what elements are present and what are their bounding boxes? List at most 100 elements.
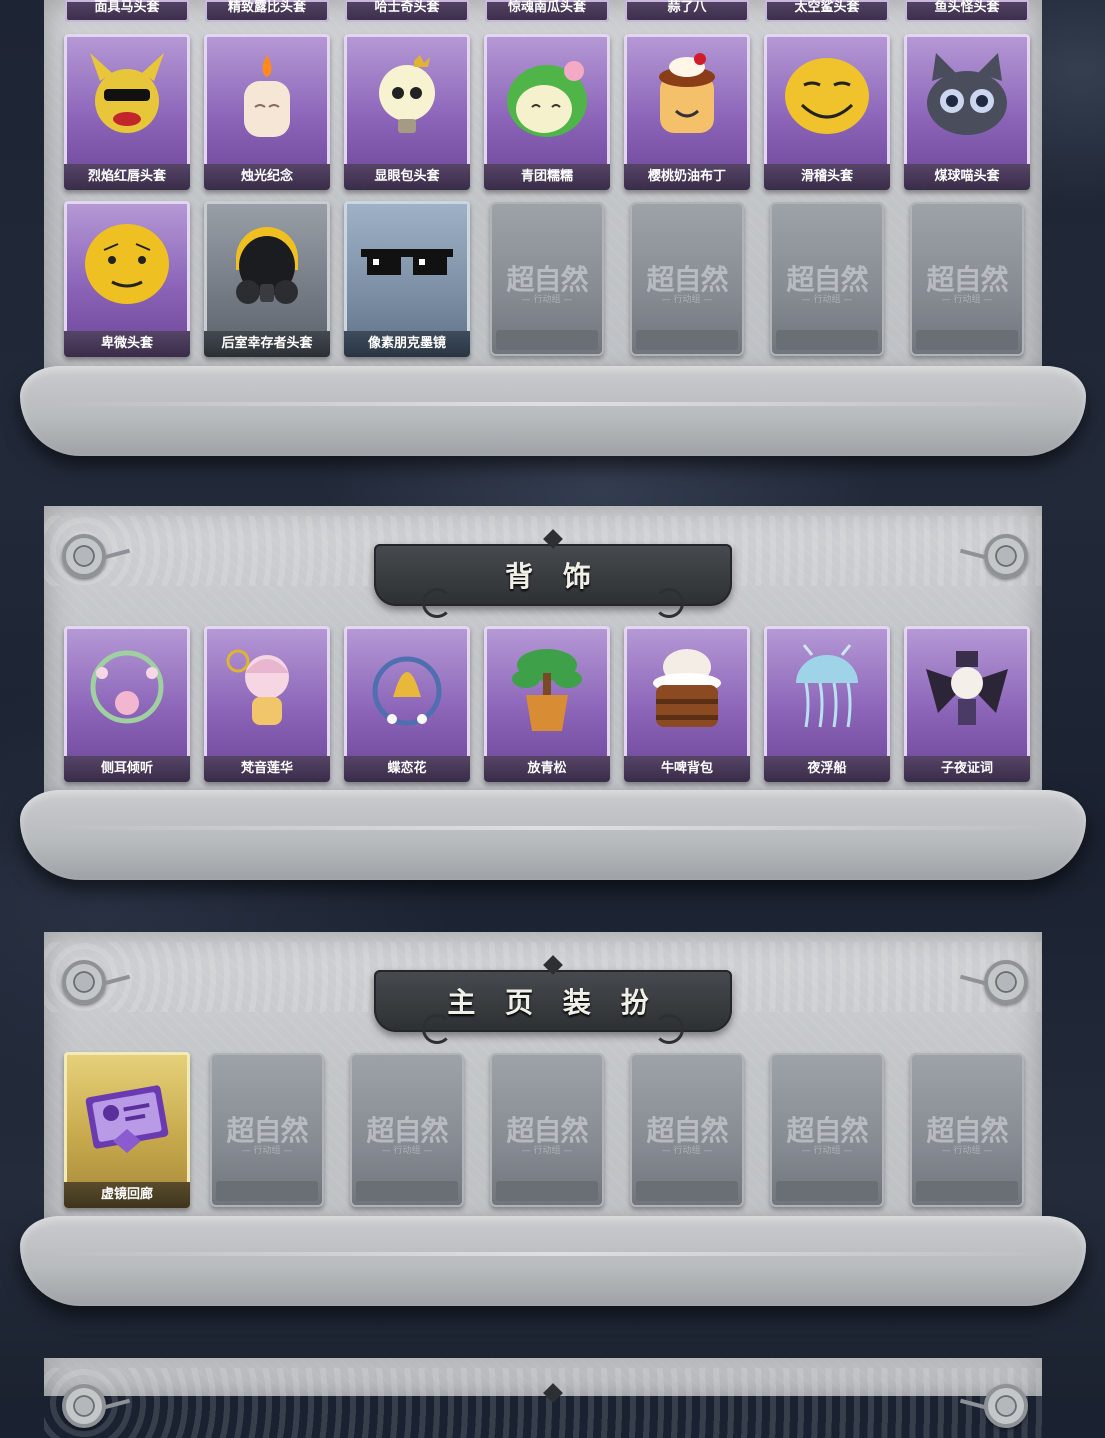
item-label: 显眼包头套 xyxy=(344,164,470,190)
placeholder-subtitle: — 行动组 — xyxy=(661,1146,713,1156)
item-label: 哈士奇头套 xyxy=(374,0,440,15)
placeholder-subtitle: — 行动组 — xyxy=(381,1146,433,1156)
item-card-top-5[interactable]: 蒜了八 xyxy=(625,0,749,22)
chibi-character-icon xyxy=(217,638,317,738)
item-label: 蝶恋花 xyxy=(344,756,470,782)
item-card-top-4[interactable]: 惊魂南瓜头套 xyxy=(485,0,609,22)
item-label: 放青松 xyxy=(484,756,610,782)
item-card[interactable]: 青团糯糯 xyxy=(484,34,610,190)
item-card[interactable]: 烛光纪念 xyxy=(204,34,330,190)
gas-mask-icon xyxy=(217,213,317,313)
compass-ornament-icon xyxy=(62,1384,106,1428)
placeholder-subtitle: — 行动组 — xyxy=(801,295,853,305)
item-card[interactable]: 侧耳倾听 xyxy=(64,626,190,782)
scroll-bottom xyxy=(20,790,1086,880)
compass-ornament-icon xyxy=(984,1384,1028,1428)
winged-doll-icon xyxy=(917,638,1017,738)
item-label: 牛啤背包 xyxy=(624,756,750,782)
item-card[interactable]: 卑微头套 xyxy=(64,201,190,357)
item-label: 太空鲨头套 xyxy=(794,0,860,15)
item-label: 精致露比头套 xyxy=(227,0,306,15)
item-card[interactable]: 樱桃奶油布丁 xyxy=(624,34,750,190)
item-card[interactable]: 蝶恋花 xyxy=(344,626,470,782)
compass-ornament-icon xyxy=(62,960,106,1004)
placeholder-subtitle: — 行动组 — xyxy=(521,1146,573,1156)
item-card[interactable]: 像素朋克墨镜 xyxy=(344,201,470,357)
item-label: 煤球喵头套 xyxy=(904,164,1030,190)
item-card[interactable]: 梵音莲华 xyxy=(204,626,330,782)
smirk-face-icon xyxy=(777,46,877,146)
item-card[interactable]: 后室幸存者头套 xyxy=(204,201,330,357)
item-label: 樱桃奶油布丁 xyxy=(624,164,750,190)
compass-ornament-icon xyxy=(984,534,1028,578)
item-card-top-6[interactable]: 太空鲨头套 xyxy=(765,0,889,22)
item-label: 梵音莲华 xyxy=(204,756,330,782)
empty-slot: 超自然 — 行动组 — xyxy=(490,1053,604,1207)
item-card[interactable]: 夜浮船 xyxy=(764,626,890,782)
empty-slot: 超自然 — 行动组 — xyxy=(210,1053,324,1207)
empty-slot: 超自然 — 行动组 — xyxy=(630,202,744,356)
section-title-plate: 背 饰 xyxy=(374,529,732,618)
item-label: 烈焰红唇头套 xyxy=(64,164,190,190)
item-card[interactable]: 烈焰红唇头套 xyxy=(64,34,190,190)
item-card-top-3[interactable]: 哈士奇头套 xyxy=(345,0,469,22)
item-label: 后室幸存者头套 xyxy=(204,331,330,357)
jellyfish-icon xyxy=(777,638,877,738)
section-title: 主 页 装 扮 xyxy=(447,986,659,1019)
placeholder-subtitle: — 行动组 — xyxy=(521,295,573,305)
cow-beer-mug-icon xyxy=(637,638,737,738)
green-dumpling-icon xyxy=(497,46,597,146)
empty-slot: 超自然 — 行动组 — xyxy=(490,202,604,356)
placeholder-subtitle: — 行动组 — xyxy=(801,1146,853,1156)
section-title-plate: 主 页 装 扮 xyxy=(374,955,732,1044)
item-label: 像素朋克墨镜 xyxy=(344,331,470,357)
item-card[interactable]: 滑稽头套 xyxy=(764,34,890,190)
placeholder-subtitle: — 行动组 — xyxy=(241,1146,293,1156)
section-title: 背 饰 xyxy=(505,560,601,593)
placeholder-subtitle: — 行动组 — xyxy=(661,295,713,305)
item-label: 滑稽头套 xyxy=(764,164,890,190)
candle-icon xyxy=(217,46,317,146)
pikachu-mask-icon xyxy=(77,46,177,146)
placeholder-subtitle: — 行动组 — xyxy=(941,295,993,305)
item-card[interactable]: 虚镜回廊 xyxy=(64,1052,190,1208)
flower-wreath-icon xyxy=(77,638,177,738)
lightbulb-icon xyxy=(357,46,457,146)
item-label: 子夜证词 xyxy=(904,756,1030,782)
item-card-top-1[interactable]: 面具马头套 xyxy=(65,0,189,22)
item-label: 青团糯糯 xyxy=(484,164,610,190)
bonsai-pine-icon xyxy=(497,638,597,738)
item-label: 蒜了八 xyxy=(667,0,707,15)
bell-wreath-icon xyxy=(357,638,457,738)
pudding-icon xyxy=(637,46,737,146)
empty-slot: 超自然 — 行动组 — xyxy=(910,202,1024,356)
item-card[interactable]: 显眼包头套 xyxy=(344,34,470,190)
item-card[interactable]: 牛啤背包 xyxy=(624,626,750,782)
compass-ornament-icon xyxy=(984,960,1028,1004)
item-label: 惊魂南瓜头套 xyxy=(507,0,586,15)
pixel-sunglasses-icon xyxy=(357,213,457,313)
item-card-top-7[interactable]: 鱼头怪头套 xyxy=(905,0,1029,22)
black-cat-icon xyxy=(917,46,1017,146)
item-card[interactable]: 煤球喵头套 xyxy=(904,34,1030,190)
item-label: 侧耳倾听 xyxy=(64,756,190,782)
placeholder-subtitle: — 行动组 — xyxy=(941,1146,993,1156)
item-label: 面具马头套 xyxy=(94,0,160,15)
item-label: 鱼头怪头套 xyxy=(934,0,1000,15)
compass-ornament-icon xyxy=(62,534,106,578)
scroll-bottom xyxy=(20,1216,1086,1306)
empty-slot: 超自然 — 行动组 — xyxy=(630,1053,744,1207)
empty-slot: 超自然 — 行动组 — xyxy=(910,1053,1024,1207)
profile-card-icon xyxy=(77,1064,177,1164)
empty-slot: 超自然 — 行动组 — xyxy=(770,202,884,356)
scroll-bottom xyxy=(20,366,1086,456)
humble-face-icon xyxy=(77,213,177,313)
item-label: 烛光纪念 xyxy=(204,164,330,190)
item-label: 虚镜回廊 xyxy=(64,1182,190,1208)
item-card[interactable]: 子夜证词 xyxy=(904,626,1030,782)
item-label: 卑微头套 xyxy=(64,331,190,357)
empty-slot: 超自然 — 行动组 — xyxy=(350,1053,464,1207)
item-card[interactable]: 放青松 xyxy=(484,626,610,782)
next-section-panel xyxy=(44,1358,1042,1438)
item-card-top-2[interactable]: 精致露比头套 xyxy=(205,0,329,22)
